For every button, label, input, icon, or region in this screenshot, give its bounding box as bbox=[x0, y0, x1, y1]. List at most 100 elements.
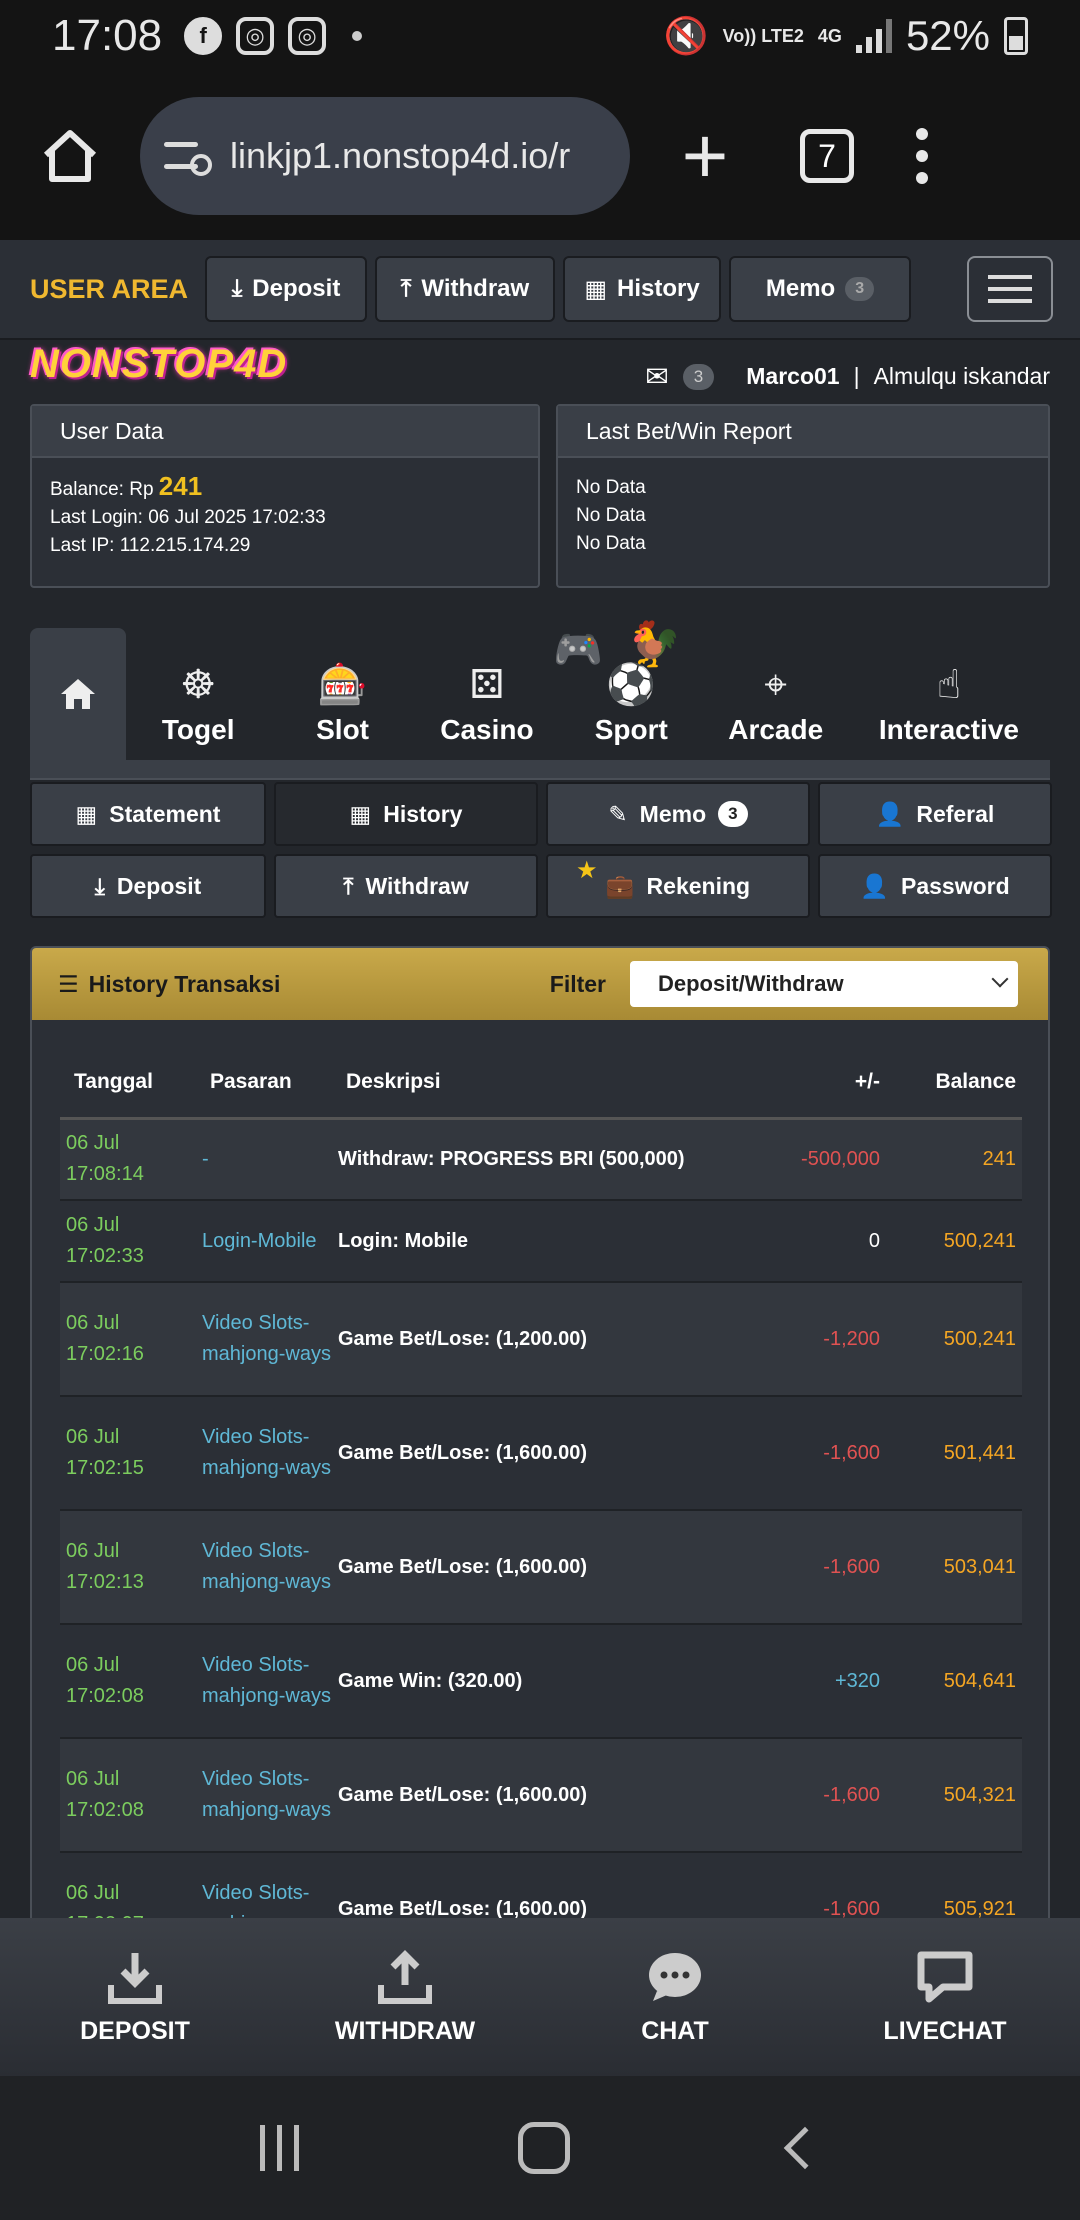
bottom-livechat-button[interactable]: LIVECHAT bbox=[810, 1918, 1080, 2076]
star-icon: ★ bbox=[576, 857, 598, 884]
last-bet-title: Last Bet/Win Report bbox=[558, 406, 1048, 458]
row-date: 06 Jul 17:02:33 bbox=[60, 1200, 196, 1283]
user-info-line: ✉ 3 Marco01 | Almulqu iskandar bbox=[645, 360, 1050, 393]
table-row: 06 Jul 17:02:13 Video Slots-mahjong-ways Ga… bbox=[60, 1510, 1022, 1625]
tab-casino-label: Casino bbox=[440, 714, 534, 745]
home-icon bbox=[43, 130, 97, 182]
memo-badge: 3 bbox=[718, 801, 748, 827]
tab-sport[interactable]: 🎮 🐓 ⚽ Sport bbox=[553, 620, 703, 760]
recent-apps-icon[interactable] bbox=[259, 2125, 299, 2171]
row-balance: 500,241 bbox=[892, 1282, 1022, 1397]
row-description: Game Bet/Lose: (1,600.00) bbox=[332, 1852, 732, 1924]
nav-history-button[interactable]: ▦ History bbox=[563, 256, 721, 322]
row-amount: -1,600 bbox=[732, 1396, 892, 1511]
ferris-wheel-icon: ☸ bbox=[180, 663, 217, 707]
row-amount: +320 bbox=[732, 1624, 892, 1739]
row-date-day: 06 Jul bbox=[66, 1768, 120, 1790]
site-logo[interactable]: NONSTOP4D bbox=[30, 342, 287, 387]
row-pasaran: Login-Mobile bbox=[196, 1200, 332, 1283]
system-home-icon[interactable] bbox=[518, 2122, 571, 2174]
row-date-time: 17:02:15 bbox=[66, 1457, 144, 1479]
tab-home[interactable] bbox=[30, 628, 126, 760]
nav-memo-label: Memo bbox=[765, 275, 836, 302]
password-button[interactable]: 👤 Password bbox=[818, 854, 1052, 918]
network-type: 4G bbox=[817, 26, 842, 46]
deposit-button[interactable]: ⤓ Deposit bbox=[30, 854, 266, 918]
row-date-day: 06 Jul bbox=[66, 1426, 120, 1448]
site-settings-icon[interactable] bbox=[164, 136, 212, 176]
row-date-day: 06 Jul bbox=[66, 1882, 120, 1904]
briefcase-icon: 💼 bbox=[605, 872, 635, 899]
row-date-time: 17:08:14 bbox=[66, 1163, 144, 1186]
row-description: Withdraw: PROGRESS BRI (500,000) bbox=[332, 1118, 732, 1201]
browser-home-button[interactable] bbox=[0, 127, 140, 185]
status-time: 17:08 bbox=[52, 11, 163, 60]
last-bet-panel: Last Bet/Win Report No Data No Data No D… bbox=[556, 404, 1050, 588]
last-login: Last Login: 06 Jul 2025 17:02:33 bbox=[50, 507, 326, 528]
tab-interactive[interactable]: ☝ Interactive bbox=[848, 628, 1050, 760]
new-tab-button[interactable]: + bbox=[630, 110, 780, 202]
row-date-time: 17:02:16 bbox=[66, 1343, 144, 1365]
category-divider bbox=[30, 760, 1050, 780]
statement-button[interactable]: ▦ Statement bbox=[30, 782, 266, 846]
referal-button[interactable]: 👤 Referal bbox=[818, 782, 1052, 846]
row-balance: 503,041 bbox=[892, 1510, 1022, 1625]
nav-memo-button[interactable]: Memo 3 bbox=[729, 256, 911, 322]
rekening-button[interactable]: ★ 💼 Rekening bbox=[546, 854, 810, 918]
nav-deposit-button[interactable]: ⤓ Deposit bbox=[205, 256, 367, 322]
row-description: Game Win: (320.00) bbox=[332, 1624, 732, 1739]
table-row: 06 Jul 17:08:14 - Withdraw: PROGRESS BRI (5… bbox=[60, 1118, 1022, 1201]
withdraw-button[interactable]: ⤒ Withdraw bbox=[274, 854, 538, 918]
calendar-icon: ▦ bbox=[349, 800, 372, 827]
row-amount: -1,600 bbox=[732, 1852, 892, 1924]
user-area-nav: USER AREA ⤓ Deposit ⤒ Withdraw ▦ History Me… bbox=[0, 240, 1080, 340]
row-pasaran: - bbox=[196, 1118, 332, 1201]
account-menu: ▦ Statement ▦ History ✎ Memo 3 👤 Referal ⤓ Dep… bbox=[30, 782, 1052, 918]
deposit-icon: ⤓ bbox=[231, 275, 243, 302]
memo-label: Memo bbox=[639, 800, 707, 827]
dice-icon: ⚄ bbox=[469, 663, 505, 707]
address-bar[interactable]: linkjp1.nonstop4d.io/r bbox=[140, 97, 630, 215]
status-bar: 17:08 f ◎ ◎ 🔇 Vo)) LTE2 4G 52% bbox=[0, 0, 1080, 72]
user-icon: 👤 bbox=[860, 872, 889, 899]
list-icon: ☰ bbox=[58, 970, 79, 997]
row-date-time: 17:02:13 bbox=[66, 1571, 144, 1593]
browser-menu-button[interactable] bbox=[916, 128, 928, 184]
tab-arcade[interactable]: ⌖ Arcade bbox=[704, 628, 848, 760]
tab-slot[interactable]: 🎰 Slot bbox=[270, 628, 414, 760]
row-balance: 505,921 bbox=[892, 1852, 1022, 1924]
row-date: 06 Jul 17:02:08 bbox=[60, 1624, 196, 1739]
row-date-day: 06 Jul bbox=[66, 1214, 120, 1236]
history-button[interactable]: ▦ History bbox=[274, 782, 538, 846]
memo-button[interactable]: ✎ Memo 3 bbox=[546, 782, 810, 846]
table-row: 06 Jul 17:02:15 Video Slots-mahjong-ways Ga… bbox=[60, 1396, 1022, 1511]
nav-deposit-label: Deposit bbox=[252, 275, 341, 302]
download-icon bbox=[105, 1949, 165, 2005]
table-row: 06 Jul 17:02:16 Video Slots-mahjong-ways Ga… bbox=[60, 1282, 1022, 1397]
rooster-icon: 🐓 bbox=[626, 620, 682, 669]
bottom-withdraw-button[interactable]: WITHDRAW bbox=[270, 1918, 540, 2076]
back-icon[interactable] bbox=[783, 2126, 827, 2170]
browser-toolbar: linkjp1.nonstop4d.io/r + 7 bbox=[0, 72, 1080, 240]
nav-withdraw-button[interactable]: ⤒ Withdraw bbox=[375, 256, 555, 322]
url-text: linkjp1.nonstop4d.io/r bbox=[230, 135, 571, 176]
hamburger-menu-icon[interactable] bbox=[967, 256, 1053, 322]
filter-select[interactable]: Deposit/Withdraw bbox=[630, 961, 1018, 1007]
col-deskripsi: Deskripsi bbox=[332, 1048, 732, 1120]
bottom-chat-button[interactable]: CHAT bbox=[540, 1918, 810, 2076]
signal-icon bbox=[855, 19, 892, 53]
bottom-chat-label: CHAT bbox=[641, 2016, 709, 2045]
mail-icon[interactable]: ✉ bbox=[645, 360, 668, 393]
user-data-title: User Data bbox=[32, 406, 538, 458]
row-date-time: 17:02:08 bbox=[66, 1685, 144, 1707]
withdraw-icon: ⤒ bbox=[400, 275, 412, 302]
row-amount: -1,200 bbox=[732, 1282, 892, 1397]
bottom-deposit-button[interactable]: DEPOSIT bbox=[0, 1918, 270, 2076]
row-balance: 500,241 bbox=[892, 1200, 1022, 1283]
deposit-icon: ⤓ bbox=[94, 872, 105, 899]
tab-switcher-button[interactable]: 7 bbox=[800, 129, 854, 183]
tab-togel[interactable]: ☸ Togel bbox=[126, 628, 270, 760]
withdraw-icon: ⤒ bbox=[343, 872, 354, 899]
tab-casino[interactable]: ⚄ Casino bbox=[415, 628, 559, 760]
nav-memo-badge: 3 bbox=[845, 277, 875, 301]
